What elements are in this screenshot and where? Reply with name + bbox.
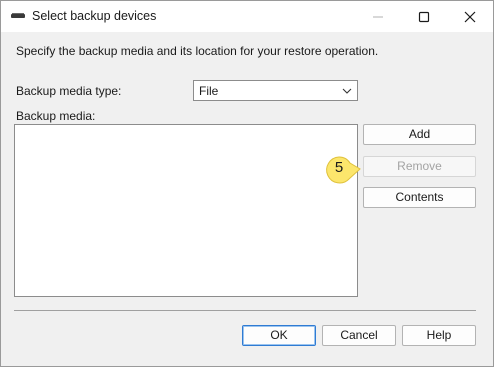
maximize-button[interactable] [401,1,447,32]
backup-device-icon [11,13,25,18]
backup-media-label: Backup media: [16,109,96,123]
step-number: 5 [334,159,344,176]
remove-button[interactable]: Remove [363,156,476,177]
backup-media-type-value: File [199,84,219,98]
add-button[interactable]: Add [363,124,476,145]
chevron-down-icon [342,88,352,94]
dialog-window: Select backup devices Specify the backup… [0,0,494,367]
window-title: Select backup devices [32,9,157,23]
dialog-description: Specify the backup media and its locatio… [16,44,379,58]
title-bar[interactable]: Select backup devices [1,1,493,32]
footer-separator [14,310,476,311]
step-callout: 5 [323,155,361,185]
maximize-icon [418,11,430,23]
close-button[interactable] [447,1,493,32]
ok-button[interactable]: OK [242,325,316,346]
help-button[interactable]: Help [402,325,476,346]
minimize-button[interactable] [355,1,401,32]
cancel-button[interactable]: Cancel [322,325,396,346]
backup-media-list[interactable] [14,124,358,297]
dialog-content: Specify the backup media and its locatio… [1,32,493,366]
minimize-icon [373,16,383,18]
close-icon [464,11,476,23]
contents-button[interactable]: Contents [363,187,476,208]
backup-media-type-label: Backup media type: [16,84,122,98]
backup-media-type-dropdown[interactable]: File [193,80,358,101]
